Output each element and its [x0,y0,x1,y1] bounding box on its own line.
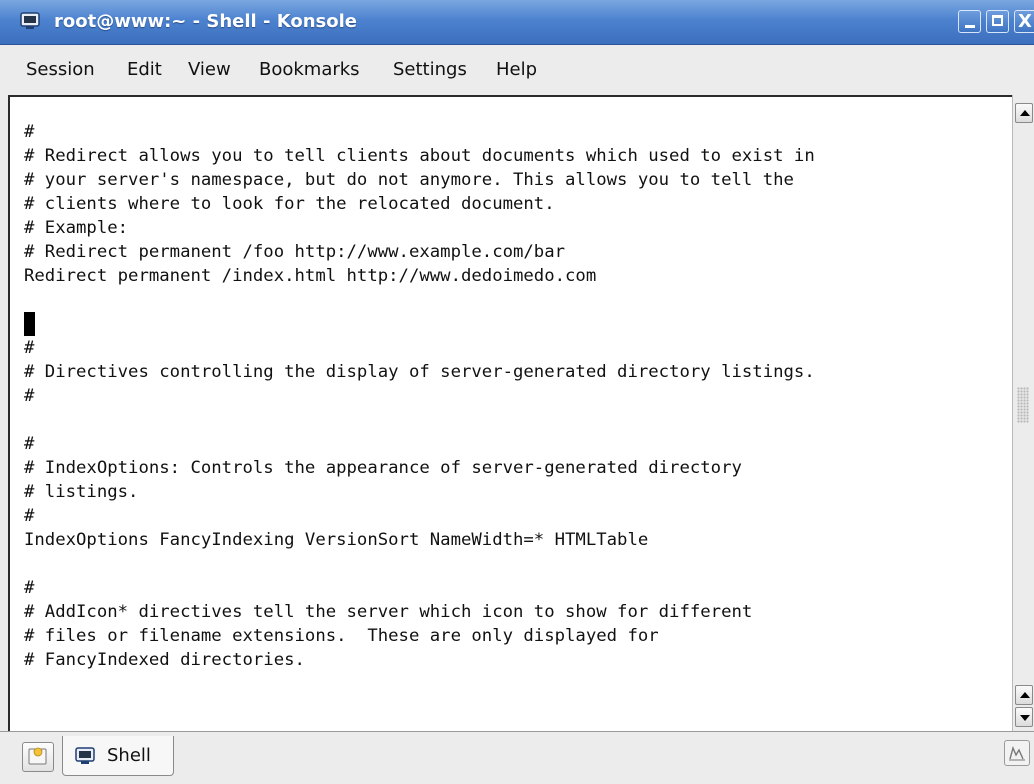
minimize-button[interactable] [958,10,981,33]
menu-settings[interactable]: Settings [393,58,467,82]
menu-edit[interactable]: Edit [127,58,162,82]
terminal-line: # clients where to look for the relocate… [24,194,555,214]
close-button[interactable]: X [1014,10,1034,33]
menu-view[interactable]: View [188,58,231,82]
terminal-line: # AddIcon* directives tell the server wh… [24,602,753,622]
terminal-line: # Directives controlling the display of … [24,362,815,382]
activity-monitor-icon [1009,745,1025,761]
title-bar[interactable]: root@www:~ - Shell - Konsole X [0,0,1034,45]
terminal-line: # listings. [24,482,139,502]
new-tab-icon [28,747,47,765]
minimize-icon [965,25,975,28]
terminal-line: # [24,506,35,526]
terminal-line: Redirect permanent /index.html http://ww… [24,266,597,286]
terminal-line: # [24,578,35,598]
tab-label: Shell [107,745,151,766]
new-tab-button[interactable] [22,742,54,772]
scroll-down-button[interactable] [1015,707,1033,727]
scroll-up-button-bottom[interactable] [1015,685,1033,705]
terminal-icon [20,12,40,30]
text-cursor [24,312,35,336]
terminal-line: # [24,122,35,142]
scrollbar-grip[interactable] [1017,387,1029,423]
terminal-line: # files or filename extensions. These ar… [24,626,659,646]
terminal-icon [75,747,95,765]
activity-monitor-button[interactable] [1004,740,1030,766]
window-title: root@www:~ - Shell - Konsole [54,11,357,32]
tab-shell[interactable]: Shell [62,736,174,776]
terminal-output[interactable]: # # Redirect allows you to tell clients … [8,95,1012,731]
menu-bookmarks[interactable]: Bookmarks [259,58,360,82]
terminal-line: # Example: [24,218,129,238]
terminal-line: # FancyIndexed directories. [24,650,305,670]
terminal-line: # Redirect permanent /foo http://www.exa… [24,242,566,262]
terminal-line: IndexOptions FancyIndexing VersionSort N… [24,530,649,550]
maximize-button[interactable] [986,10,1009,33]
terminal-line: # IndexOptions: Controls the appearance … [24,458,742,478]
tab-bar: Shell [0,731,1034,784]
terminal-line: # [24,386,35,406]
maximize-icon [992,15,1003,26]
terminal-line: # your server's namespace, but do not an… [24,170,794,190]
close-icon: X [1018,11,1032,32]
vertical-scrollbar[interactable] [1012,95,1034,731]
menu-help[interactable]: Help [496,58,537,82]
terminal-line: # [24,338,35,358]
scroll-up-button[interactable] [1015,103,1033,123]
menu-bar: Session Edit View Bookmarks Settings Hel… [0,45,1034,95]
terminal-line: # Redirect allows you to tell clients ab… [24,146,815,166]
terminal-line: # [24,434,35,454]
menu-session[interactable]: Session [26,58,95,82]
